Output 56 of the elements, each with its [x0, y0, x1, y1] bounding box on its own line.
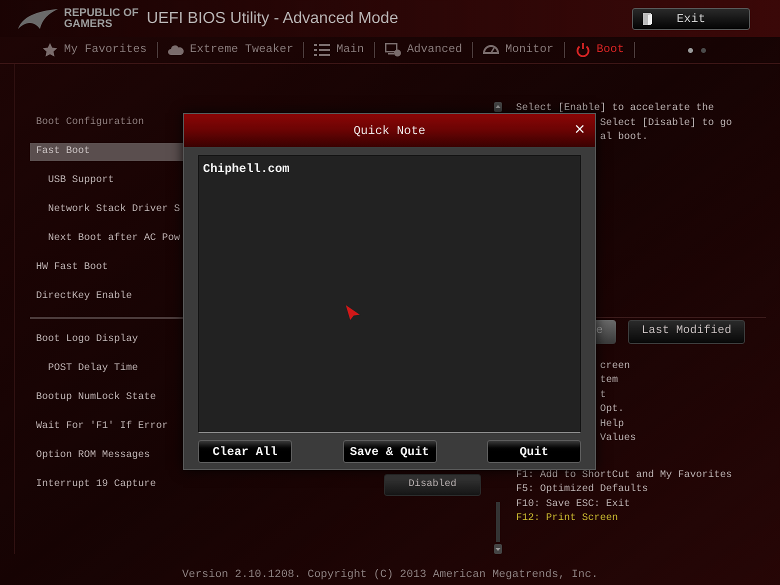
close-button[interactable]: ×	[574, 120, 585, 138]
power-icon	[574, 43, 590, 57]
nav-tab[interactable]: My Favorites	[42, 41, 147, 59]
section-heading: Boot Configuration	[35, 116, 144, 130]
hotkey-hint: F12: Print Screen	[516, 512, 618, 526]
last-modified-button[interactable]: Last Modified	[628, 320, 745, 344]
hotkey-hint: Help	[600, 418, 624, 432]
door-icon	[643, 12, 653, 24]
setting-label[interactable]: DirectKey Enable	[30, 288, 132, 306]
value-button[interactable]: Disabled	[384, 474, 481, 496]
hotkey-hint: t	[600, 388, 606, 402]
scroll-down-icon[interactable]	[494, 544, 502, 554]
dialog-button[interactable]: Clear All	[198, 440, 292, 463]
setting-label[interactable]: POST Delay Time	[30, 360, 138, 378]
list-icon	[314, 43, 330, 57]
footer-text: Version 2.10.1208. Copyright (C) 2013 American Megatrends, Inc.	[181, 568, 599, 582]
setting-label[interactable]: Next Boot after AC Pow	[30, 230, 180, 248]
setting-label[interactable]: Interrupt 19 Capture	[30, 476, 156, 494]
nav-tab[interactable]: Advanced	[384, 41, 462, 59]
help-text: Select [Disable] to go	[600, 116, 732, 130]
setting-label[interactable]: Boot Logo Display	[30, 330, 138, 348]
hotkey-hint: F5: Optimized Defaults	[516, 483, 648, 497]
window-title: UEFI BIOS Utility - Advanced Mode	[146, 8, 398, 28]
hotkey-hint: tem	[600, 374, 618, 388]
hotkey-hint: Opt.	[600, 403, 624, 417]
nav-tab[interactable]: Main	[314, 41, 364, 59]
cloud-icon	[168, 43, 184, 57]
gauge-icon	[483, 43, 500, 57]
hotkey-hint: Values	[600, 432, 636, 446]
star-icon	[42, 43, 58, 57]
logo-text: REPUBLIC OF	[64, 8, 139, 18]
exit-button[interactable]: Exit	[632, 8, 750, 30]
hotkey-hint: F10: Save ESC: Exit	[516, 498, 630, 512]
dialog-button[interactable]: Save & Quit	[342, 440, 436, 463]
scroll-up-icon[interactable]	[494, 102, 502, 112]
nav-tab[interactable]: Boot	[574, 41, 624, 59]
dialog-title: Quick Note	[353, 122, 426, 140]
setting-label[interactable]: Network Stack Driver S	[30, 200, 180, 218]
monitor-info-icon	[384, 43, 401, 57]
note-field[interactable]: Chiphell.com	[198, 155, 581, 433]
setting-label[interactable]: HW Fast Boot	[30, 258, 108, 276]
help-text: al boot.	[600, 131, 648, 145]
logo-text: GAMERS	[64, 18, 114, 30]
setting-label[interactable]: USB Support	[30, 172, 114, 190]
nav-tab[interactable]: Monitor	[483, 41, 554, 59]
setting-label[interactable]: Fast Boot	[30, 142, 183, 160]
setting-label[interactable]: Wait For 'F1' If Error	[30, 418, 168, 436]
setting-label[interactable]: Option ROM Messages	[30, 446, 150, 464]
hotkey-hint: F1: Add to ShortCut and My Favorites	[516, 468, 732, 482]
setting-label[interactable]: Bootup NumLock State	[30, 388, 156, 406]
logo-icon	[16, 6, 60, 30]
pointer-icon	[344, 303, 362, 321]
dialog-button[interactable]: Quit	[487, 440, 581, 463]
nav-tab[interactable]: Extreme Tweaker	[168, 41, 294, 59]
hotkey-hint: creen	[600, 360, 630, 374]
help-text: Select [Enable] to accelerate the	[516, 102, 714, 116]
